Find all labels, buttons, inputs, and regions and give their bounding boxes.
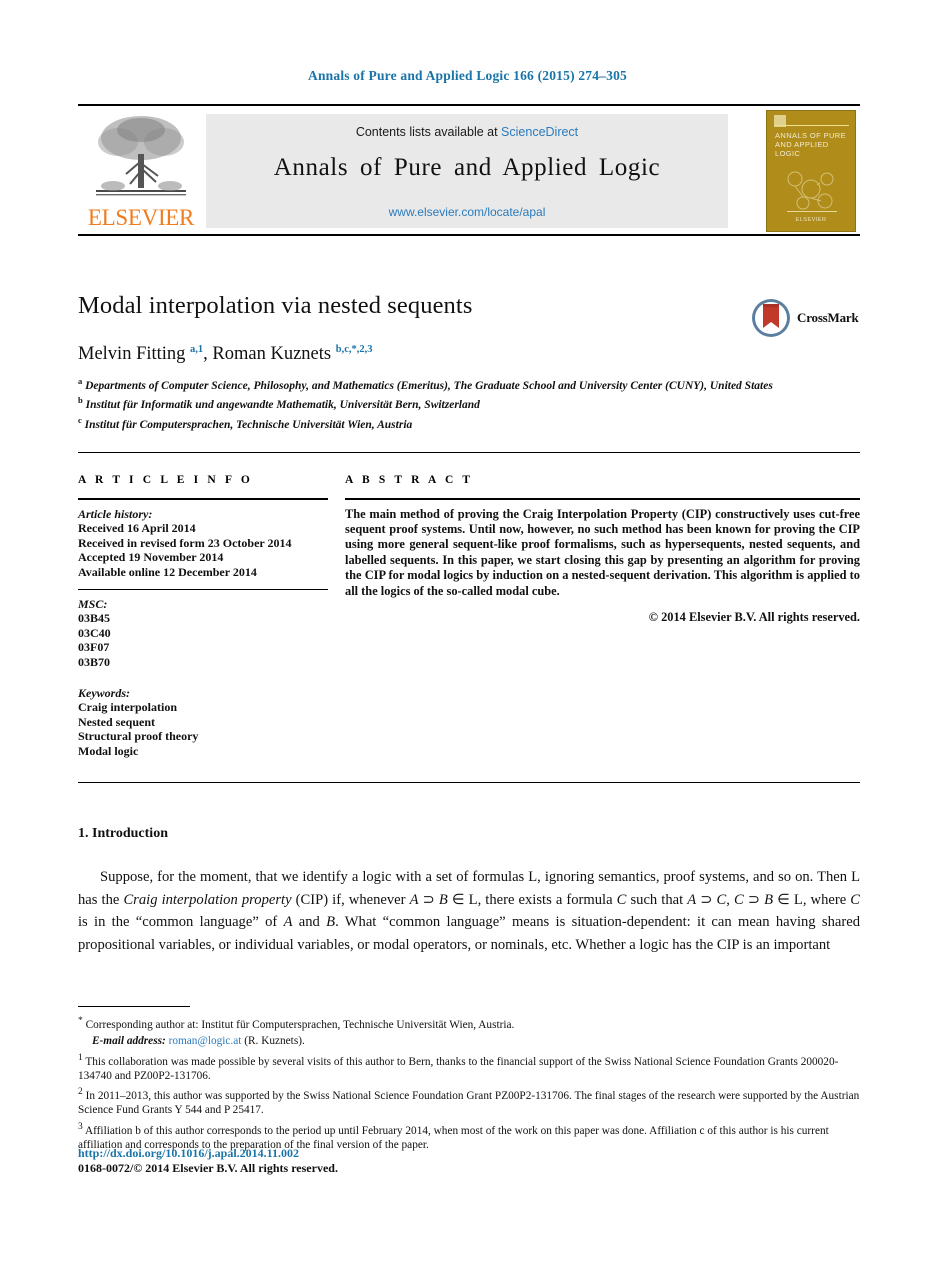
footnote-marker: 2 — [78, 1087, 83, 1098]
issn-copyright-line: 0168-0072/© 2014 Elsevier B.V. All right… — [78, 1161, 338, 1175]
divider-above-info — [78, 452, 860, 454]
elsevier-tree-icon — [96, 116, 186, 196]
msc-code: 03F07 — [78, 640, 110, 655]
keywords-block: Keywords: Craig interpolation Nested seq… — [78, 686, 328, 759]
abstract-text: The main method of proving the Craig Int… — [345, 506, 860, 598]
article-info-rule-2 — [78, 588, 328, 590]
affiliation-marker: a — [78, 376, 83, 386]
footnote-marker: 3 — [78, 1121, 83, 1132]
footnote-email-text: E-mail address: roman@logic.at (R. Kuzne… — [92, 1035, 305, 1048]
msc-code: 03B70 — [78, 654, 111, 669]
footnote-marker: 1 — [78, 1052, 83, 1063]
journal-masthead: ELSEVIER Contents lists available at Sci… — [78, 104, 860, 236]
article-history-label: Article history: — [78, 506, 153, 521]
sciencedirect-link[interactable]: ScienceDirect — [501, 125, 578, 139]
msc-block: MSC: 03B45 03C40 03F07 03B70 — [78, 597, 328, 670]
article-history-item: Accepted 19 November 2014 — [78, 550, 224, 565]
keyword-item: Nested sequent — [78, 714, 155, 729]
affiliation-marker: b — [78, 395, 83, 406]
footnote-text: This collaboration was made possible by … — [78, 1055, 839, 1082]
introduction-paragraph: Suppose, for the moment, that we identif… — [78, 869, 860, 953]
elsevier-logo: ELSEVIER — [82, 112, 200, 230]
divider-below-abstract — [78, 782, 860, 784]
page-title: Modal interpolation via nested sequents — [78, 292, 473, 319]
crossmark-icon — [752, 299, 790, 337]
footnote-item: 1 This collaboration was made possible b… — [78, 1051, 860, 1084]
author-list: Melvin Fitting a,1, Roman Kuznets b,c,*,… — [78, 344, 778, 365]
footnote-marker: * — [78, 1016, 83, 1026]
msc-code: 03B45 — [78, 611, 111, 626]
msc-label: MSC: — [78, 596, 108, 611]
cover-artwork-icon — [787, 171, 834, 210]
masthead-center-panel: Contents lists available at ScienceDirec… — [206, 114, 728, 228]
cover-footer-rule — [787, 211, 837, 212]
affiliation-list: a Departments of Computer Science, Philo… — [78, 374, 778, 432]
crossmark-badge[interactable]: CrossMark — [751, 296, 863, 340]
footnote-item-email: E-mail address: roman@logic.at (R. Kuzne… — [78, 1034, 860, 1048]
doi-link[interactable]: http://dx.doi.org/10.1016/j.apal.2014.11… — [78, 1146, 678, 1161]
cover-divider — [775, 125, 849, 126]
affiliation-text: Institut für Informatik und angewandte M… — [85, 399, 480, 412]
article-info-heading: A R T I C L E I N F O — [78, 474, 253, 486]
paper-page: Annals of Pure and Applied Logic 166 (20… — [0, 0, 935, 1266]
crossmark-label: CrossMark — [797, 310, 859, 325]
cover-title: ANNALS OF PURE AND APPLIED LOGIC — [775, 131, 847, 158]
journal-title: Annals of Pure and Applied Logic — [273, 154, 661, 181]
footnote-list: * Corresponding author at: Institut für … — [78, 1012, 860, 1152]
article-info-rule — [78, 498, 328, 500]
footnote-text: Corresponding author at: Institut für Co… — [85, 1018, 515, 1031]
article-history-item: Available online 12 December 2014 — [78, 564, 257, 579]
affiliation-item: b Institut für Informatik und angewandte… — [78, 393, 778, 412]
footnote-text: In 2011–2013, this author was supported … — [78, 1089, 860, 1117]
affiliation-marker: c — [78, 414, 82, 425]
keyword-item: Modal logic — [78, 743, 139, 758]
section-heading-introduction: 1. Introduction — [78, 826, 168, 841]
affiliation-item: c Institut für Computersprachen, Technis… — [78, 413, 778, 432]
article-history: Article history: Received 16 April 2014 … — [78, 507, 328, 580]
footnote-item: 2 In 2011–2013, this author was supporte… — [78, 1085, 860, 1118]
footnote-item: * Corresponding author at: Institut für … — [78, 1014, 860, 1032]
running-head: Annals of Pure and Applied Logic 166 (20… — [308, 68, 627, 83]
cover-footer-label: ELSEVIER — [795, 217, 827, 223]
keyword-item: Craig interpolation — [78, 700, 177, 715]
journal-url-link[interactable]: www.elsevier.com/locate/apal — [206, 205, 728, 219]
abstract-copyright: © 2014 Elsevier B.V. All rights reserved… — [648, 610, 860, 625]
abstract-block: A B S T R A C T The main method of provi… — [345, 474, 860, 625]
msc-code: 03C40 — [78, 625, 111, 640]
page-footer: http://dx.doi.org/10.1016/j.apal.2014.11… — [78, 1146, 678, 1176]
keyword-item: Structural proof theory — [78, 729, 199, 744]
abstract-heading: A B S T R A C T — [345, 474, 474, 486]
article-history-item: Received in revised form 23 October 2014 — [78, 535, 292, 550]
elsevier-wordmark: ELSEVIER — [87, 205, 195, 230]
contents-available-line: Contents lists available at ScienceDirec… — [206, 125, 728, 139]
affiliation-text: Departments of Computer Science, Philoso… — [85, 379, 773, 392]
journal-cover-thumbnail: ANNALS OF PURE AND APPLIED LOGIC ELSEVIE… — [766, 110, 856, 232]
article-info-block: A R T I C L E I N F O Article history: R… — [78, 474, 328, 759]
affiliation-text: Institut für Computersprachen, Technisch… — [84, 418, 413, 431]
abstract-rule — [345, 498, 860, 500]
article-history-item: Received 16 April 2014 — [78, 521, 196, 536]
footnote-separator — [78, 1006, 190, 1008]
affiliation-item: a Departments of Computer Science, Philo… — [78, 374, 778, 393]
contents-prefix: Contents lists available at — [355, 125, 502, 139]
keywords-label: Keywords: — [78, 685, 130, 700]
authors-text: Melvin Fitting a,1, Roman Kuznets b,c,*,… — [78, 344, 373, 365]
